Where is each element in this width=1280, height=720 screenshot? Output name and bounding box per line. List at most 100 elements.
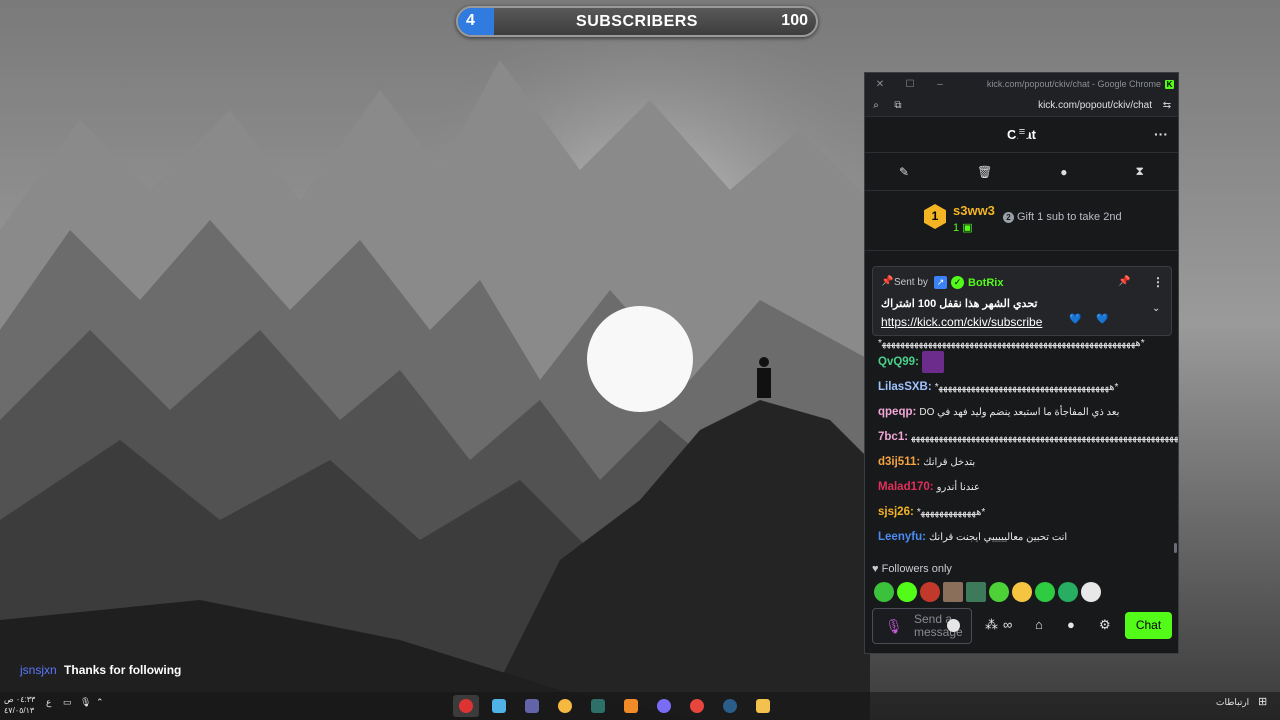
message-username[interactable]: sjsj26: xyxy=(878,506,914,518)
window-titlebar: ✕ ☐ – kick.com/popout/ckiv/chat - Google… xyxy=(865,73,1178,95)
network-label[interactable]: ارتباطات xyxy=(1216,697,1249,708)
discord-icon[interactable] xyxy=(552,695,578,717)
trash-icon[interactable]: 🗑 xyxy=(977,165,992,179)
chrome-icon[interactable] xyxy=(684,695,710,717)
site-info-icon[interactable]: ⧉ xyxy=(887,100,909,111)
folder-icon[interactable] xyxy=(750,695,776,717)
window-maximize-icon[interactable]: ☐ xyxy=(895,79,925,90)
broom-icon[interactable]: ✎ xyxy=(899,165,909,179)
list-item: QvQ99: xyxy=(878,350,1178,375)
chevron-down-icon[interactable]: ⌄ xyxy=(1152,303,1160,314)
expand-leaderboard-icon[interactable]: ≡ xyxy=(1015,126,1029,140)
goal-target-count: 100 xyxy=(781,12,808,29)
windows-start-icon[interactable]: ⊞ xyxy=(1258,695,1267,708)
chat-scrollbar[interactable] xyxy=(1174,543,1177,553)
unpin-icon[interactable]: 📌 xyxy=(1118,276,1130,287)
url-text[interactable]: kick.com/popout/ckiv/chat xyxy=(909,100,1156,111)
gear-icon[interactable]: ⚙ xyxy=(1099,617,1111,633)
leader-gift-count: 1 ▣ xyxy=(953,221,973,234)
emote-icon[interactable] xyxy=(1012,582,1032,602)
message-text: عندنا أندرو xyxy=(936,482,980,493)
taskbar: ٠٤:٣٣ ص ٤٧/٠٥/١٣ ع ▭ 🎙 ⌃ ارتباطات ⊞ xyxy=(0,692,1280,720)
message-username[interactable]: LilasSXB: xyxy=(878,381,932,393)
goal-title: SUBSCRIBERS xyxy=(576,13,698,30)
pinned-menu-icon[interactable]: ⋮ xyxy=(1152,275,1164,289)
pin-icon: 📌 xyxy=(881,276,894,287)
gift-leaderboard: 1 s3ww3 1 ▣ 2 Gift 1 sub to take 2nd xyxy=(865,191,1178,251)
chat-messages: *ه‍ه‍ه‍ه‍ه‍ه‍ه‍ه‍ه‍ه‍ه‍ه‍ه‍ه‍ه‍ه‍ه‍ه‍ه‍ه… xyxy=(865,336,1179,556)
language-indicator[interactable]: ع xyxy=(46,697,51,708)
message-username[interactable]: qpeqp: xyxy=(878,406,916,418)
list-item: Malad170: عندنا أندرو xyxy=(878,475,1178,500)
emote-icon[interactable] xyxy=(943,582,963,602)
message-input[interactable]: 🎙 Send a message xyxy=(872,608,972,644)
chat-bubble-icon[interactable]: ● xyxy=(1067,617,1075,632)
site-settings-icon[interactable]: ⇆ xyxy=(1156,100,1178,111)
app-icon[interactable] xyxy=(651,695,677,717)
list-item: d3ij511: بتدخل قرانك xyxy=(878,450,1178,475)
message-username[interactable]: 7bc1: xyxy=(878,431,908,443)
message-username[interactable]: QvQ99: xyxy=(878,356,919,368)
message-username[interactable]: d3ij511: xyxy=(878,456,920,468)
zoom-icon[interactable]: ⌕ xyxy=(865,100,887,111)
chrome-popout-window: ✕ ☐ – kick.com/popout/ckiv/chat - Google… xyxy=(864,72,1179,654)
pinned-link[interactable]: https://kick.com/ckiv/subscribe xyxy=(881,315,1042,329)
message-text: بدايه الطنيان *ه‍ه‍ه‍ه‍ه‍ه‍ه‍ه‍ه‍ه‍ه‍ه‍ه… xyxy=(911,432,1179,443)
emote-icon[interactable] xyxy=(1035,582,1055,602)
emote-quick-bar xyxy=(874,582,1101,602)
kick-logo-icon: K xyxy=(1165,79,1174,89)
next-rank-label: Gift 1 sub to take 2nd xyxy=(1017,211,1122,223)
pinned-text: تحدي الشهر هذا نقفل 100 اشتراك xyxy=(881,298,1038,310)
address-bar: ⌕ ⧉ kick.com/popout/ckiv/chat ⇆ xyxy=(865,95,1178,117)
followers-only-label: Followers only xyxy=(881,563,952,575)
aim-icon[interactable] xyxy=(618,695,644,717)
heart-icon: ♥ xyxy=(872,563,879,575)
network-icon[interactable]: ▭ xyxy=(63,697,72,708)
window-minimize-icon[interactable]: – xyxy=(925,79,955,90)
share-icon[interactable]: ⁂ xyxy=(985,617,998,633)
emote-icon[interactable] xyxy=(966,582,986,602)
xbox-icon[interactable] xyxy=(585,695,611,717)
store-icon[interactable]: ⌂ xyxy=(1035,617,1043,632)
clock-date: ٤٧/٠٥/١٣ xyxy=(4,706,35,715)
notification-username: jsnsjxn xyxy=(20,663,57,677)
chat-send-button[interactable]: Chat xyxy=(1125,612,1172,639)
list-item: LilasSXB: *ه‍ه‍ه‍ه‍ه‍ه‍ه‍ه‍ه‍ه‍ه‍ه‍ه‍ه‍ه… xyxy=(878,375,1178,400)
gift-icon: ▣ xyxy=(962,222,973,234)
infinity-icon[interactable]: ∞ xyxy=(1003,617,1012,632)
window-close-icon[interactable]: ✕ xyxy=(865,79,895,90)
list-item: sjsj26: *ه‍ه‍ه‍ه‍ه‍ه‍ه‍ه‍ه‍ه‍ه‍ه‍ه‍* xyxy=(878,500,1178,525)
heart-emote-icon: 💙 xyxy=(1069,314,1082,325)
message-text: بتدخل قرانك xyxy=(923,457,976,468)
clock-time: ٠٤:٣٣ ص xyxy=(4,695,36,704)
notepad-icon[interactable] xyxy=(486,695,512,717)
pinned-message: 📌 Sent by ↗ ✓ BotRix 📌 ⋮ تحدي الشهر هذا … xyxy=(872,266,1172,336)
message-username[interactable]: Leenyfu: xyxy=(878,531,926,543)
teams-icon[interactable] xyxy=(519,695,545,717)
microphone-icon[interactable]: 🎙 xyxy=(80,697,91,708)
leader-username[interactable]: s3ww3 xyxy=(953,203,995,218)
heart-emote-icon: 💙 xyxy=(1096,314,1109,325)
pinned-sent-by: Sent by xyxy=(894,277,928,288)
emoji-picker-icon[interactable] xyxy=(947,619,960,632)
more-options-icon[interactable]: ··· xyxy=(1154,126,1168,142)
message-username[interactable]: Malad170: xyxy=(878,481,934,493)
obs-icon[interactable] xyxy=(453,695,479,717)
emote-icon[interactable] xyxy=(920,582,940,602)
gift-count-value: 1 xyxy=(953,222,960,234)
bot-badge-icon: ↗ xyxy=(934,276,947,289)
subscriber-goal-bar: 4 SUBSCRIBERS 100 xyxy=(456,6,818,37)
hourglass-icon[interactable]: ⧗ xyxy=(1136,164,1144,179)
taskbar-clock[interactable]: ٠٤:٣٣ ص ٤٧/٠٥/١٣ xyxy=(4,694,35,716)
emote-icon[interactable] xyxy=(989,582,1009,602)
microphone-icon[interactable]: 🎙 xyxy=(885,618,903,635)
pinned-username[interactable]: BotRix xyxy=(968,277,1003,289)
steam-icon[interactable] xyxy=(717,695,743,717)
chevron-up-icon[interactable]: ⌃ xyxy=(96,697,104,708)
message-text: *ه‍ه‍ه‍ه‍ه‍ه‍ه‍ه‍ه‍ه‍ه‍ه‍ه‍ه‍ه‍ه‍ه‍ه‍ه‍ه… xyxy=(878,338,1145,349)
emote-icon[interactable] xyxy=(874,582,894,602)
emote-icon[interactable] xyxy=(1081,582,1101,602)
emote-icon[interactable] xyxy=(897,582,917,602)
chat-bubble-icon[interactable]: ● xyxy=(1060,165,1067,179)
emote-icon[interactable] xyxy=(1058,582,1078,602)
